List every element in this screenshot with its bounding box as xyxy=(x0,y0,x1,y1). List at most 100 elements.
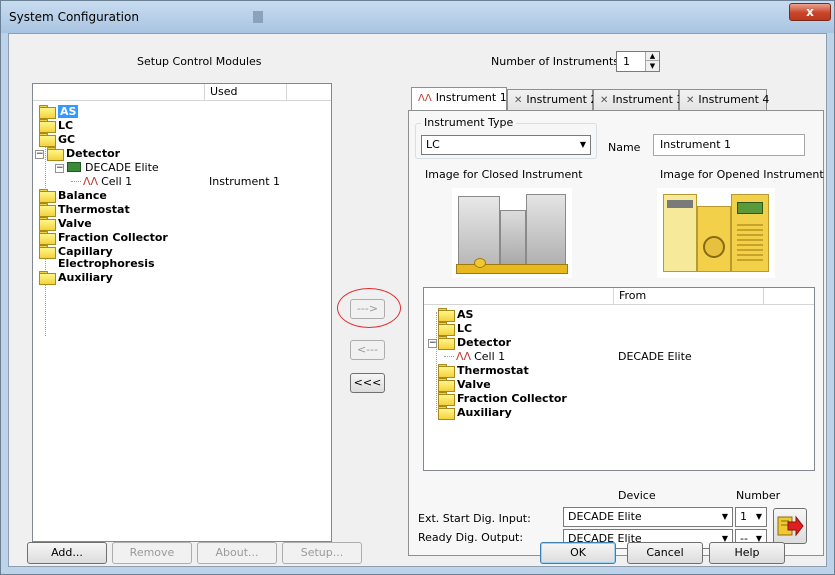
title-bar[interactable]: System Configuration x xyxy=(1,1,834,33)
tree-item-label: Auxiliary xyxy=(457,406,512,419)
folder-icon xyxy=(438,308,455,322)
tree-item-label: Valve xyxy=(58,217,92,230)
ext-start-device-value: DECADE Elite xyxy=(568,510,642,523)
detector-device-icon xyxy=(67,162,81,172)
help-button[interactable]: Help xyxy=(709,542,785,564)
closed-instrument-image[interactable] xyxy=(452,188,572,278)
opened-display-right xyxy=(737,202,763,214)
tree-item-label: Detector xyxy=(66,147,121,160)
instrument-tab-panel: Instrument Type LC ▼ Name Instrument 1 I… xyxy=(408,110,824,556)
tab-instrument-1[interactable]: ΛΛ Instrument 1 xyxy=(411,87,507,111)
column-header-blank xyxy=(764,288,814,305)
tree-item-detector[interactable]: Detector xyxy=(438,335,511,350)
ext-start-device-dropdown[interactable]: DECADE Elite ▼ xyxy=(563,507,733,527)
folder-icon xyxy=(39,119,56,133)
column-header-name[interactable] xyxy=(424,288,614,305)
tab-instrument-2[interactable]: ✕ Instrument 2 xyxy=(507,89,597,111)
folder-icon xyxy=(39,203,56,217)
close-button[interactable]: x xyxy=(789,3,831,21)
collapse-detector-toggle[interactable]: − xyxy=(35,150,44,159)
tree-item-valve[interactable]: Valve xyxy=(39,216,92,231)
tree-item-auxiliary[interactable]: Auxiliary xyxy=(39,270,113,285)
tree-item-label: Detector xyxy=(457,336,512,349)
setup-button[interactable]: Setup... xyxy=(282,542,362,564)
spin-down-button[interactable]: ▼ xyxy=(645,61,659,71)
column-header-from[interactable]: From xyxy=(614,288,764,305)
tree-item-fraction-collector[interactable]: Fraction Collector xyxy=(39,230,168,245)
folder-icon xyxy=(438,336,455,350)
tab-instrument-3[interactable]: ✕ Instrument 3 xyxy=(593,89,683,111)
tree-item-gc[interactable]: GC xyxy=(39,132,75,147)
assign-signal-button[interactable] xyxy=(773,508,807,544)
instrument-type-value: LC xyxy=(426,138,440,151)
cancel-button[interactable]: Cancel xyxy=(627,542,703,564)
inactive-instrument-icon: ✕ xyxy=(686,95,695,106)
add-module-button[interactable]: ---> xyxy=(350,299,385,319)
spin-up-button[interactable]: ▲ xyxy=(645,52,659,61)
number-of-instruments-label: Number of Instruments: xyxy=(491,55,623,68)
tree-item-decade-elite[interactable]: DECADE Elite xyxy=(67,160,159,175)
instrument-type-dropdown[interactable]: LC ▼ xyxy=(421,135,591,155)
tree-item-label: Fraction Collector xyxy=(58,231,168,244)
about-button[interactable]: About... xyxy=(197,542,277,564)
remove-all-modules-button[interactable]: <<< xyxy=(350,373,385,393)
folder-icon xyxy=(438,406,455,420)
chevron-down-icon: ▼ xyxy=(721,512,729,521)
cell-1-from-value: DECADE Elite xyxy=(618,350,692,363)
instrument-type-label: Instrument Type xyxy=(421,116,517,129)
column-header-used[interactable]: Used xyxy=(205,84,287,101)
folder-icon xyxy=(39,245,56,259)
tree-item-label: Thermostat xyxy=(58,203,130,216)
tree-item-as[interactable]: AS xyxy=(438,307,473,322)
tree-item-label: LC xyxy=(58,119,74,132)
number-of-instruments-input[interactable]: 1 ▲ ▼ xyxy=(616,51,660,72)
tree-item-balance[interactable]: Balance xyxy=(39,188,107,203)
ext-start-number-dropdown[interactable]: 1 ▼ xyxy=(735,507,767,527)
name-label: Name xyxy=(608,141,641,154)
closed-instrument-base xyxy=(456,264,568,274)
tree-line xyxy=(71,181,81,182)
tree-item-label: AS xyxy=(58,105,79,118)
folder-icon xyxy=(438,364,455,378)
title-bar-decoration xyxy=(253,11,263,23)
tree-item-cell-1[interactable]: ΛΛ Cell 1 xyxy=(456,349,505,364)
remove-button[interactable]: Remove xyxy=(112,542,192,564)
tab-label: Instrument 4 xyxy=(698,93,770,106)
setup-control-modules-heading: Setup Control Modules xyxy=(137,55,262,68)
tree-item-auxiliary[interactable]: Auxiliary xyxy=(438,405,512,420)
opened-fraction-rack xyxy=(737,224,763,264)
tree-item-thermostat[interactable]: Thermostat xyxy=(39,202,130,217)
tree-line xyxy=(444,356,454,357)
opened-image-label: Image for Opened Instrument xyxy=(660,168,824,181)
instrument-name-input[interactable]: Instrument 1 xyxy=(653,134,805,156)
closed-module-right xyxy=(526,194,566,266)
inactive-instrument-icon: ✕ xyxy=(600,95,609,106)
ok-button[interactable]: OK xyxy=(540,542,616,564)
tree-item-fraction-collector[interactable]: Fraction Collector xyxy=(438,391,567,406)
column-header-name[interactable] xyxy=(33,84,205,101)
tree-line xyxy=(436,312,437,412)
tree-item-thermostat[interactable]: Thermostat xyxy=(438,363,529,378)
available-modules-tree[interactable]: Used AS LC GC − Detector − DECADE Elite xyxy=(32,83,332,542)
tab-instrument-4[interactable]: ✕ Instrument 4 xyxy=(679,89,770,111)
tab-label: Instrument 3 xyxy=(612,93,684,106)
ext-start-label: Ext. Start Dig. Input: xyxy=(418,512,531,525)
remove-module-button[interactable]: <--- xyxy=(350,340,385,360)
tree-item-label: Balance xyxy=(58,189,107,202)
collapse-detector-toggle[interactable]: − xyxy=(428,339,437,348)
opened-instrument-image[interactable] xyxy=(657,188,775,278)
tree-item-cell-1[interactable]: ΛΛ Cell 1 xyxy=(83,174,132,189)
closed-module-left xyxy=(458,196,500,266)
arrow-right-icon xyxy=(777,515,804,537)
tree-item-label: Fraction Collector xyxy=(457,392,567,405)
tree-item-as[interactable]: AS xyxy=(39,104,79,119)
tree-item-valve[interactable]: Valve xyxy=(438,377,491,392)
instrument-modules-tree[interactable]: From AS LC − Detector ΛΛ Cell 1 DECADE El… xyxy=(423,287,815,471)
folder-icon xyxy=(39,133,56,147)
collapse-decade-elite-toggle[interactable]: − xyxy=(55,164,64,173)
dialog-client-area: Setup Control Modules Used AS LC GC − De… xyxy=(8,33,827,567)
tree-item-detector[interactable]: Detector xyxy=(47,146,120,161)
tree-item-lc[interactable]: LC xyxy=(39,118,73,133)
add-button[interactable]: Add... xyxy=(27,542,107,564)
tree-item-lc[interactable]: LC xyxy=(438,321,472,336)
